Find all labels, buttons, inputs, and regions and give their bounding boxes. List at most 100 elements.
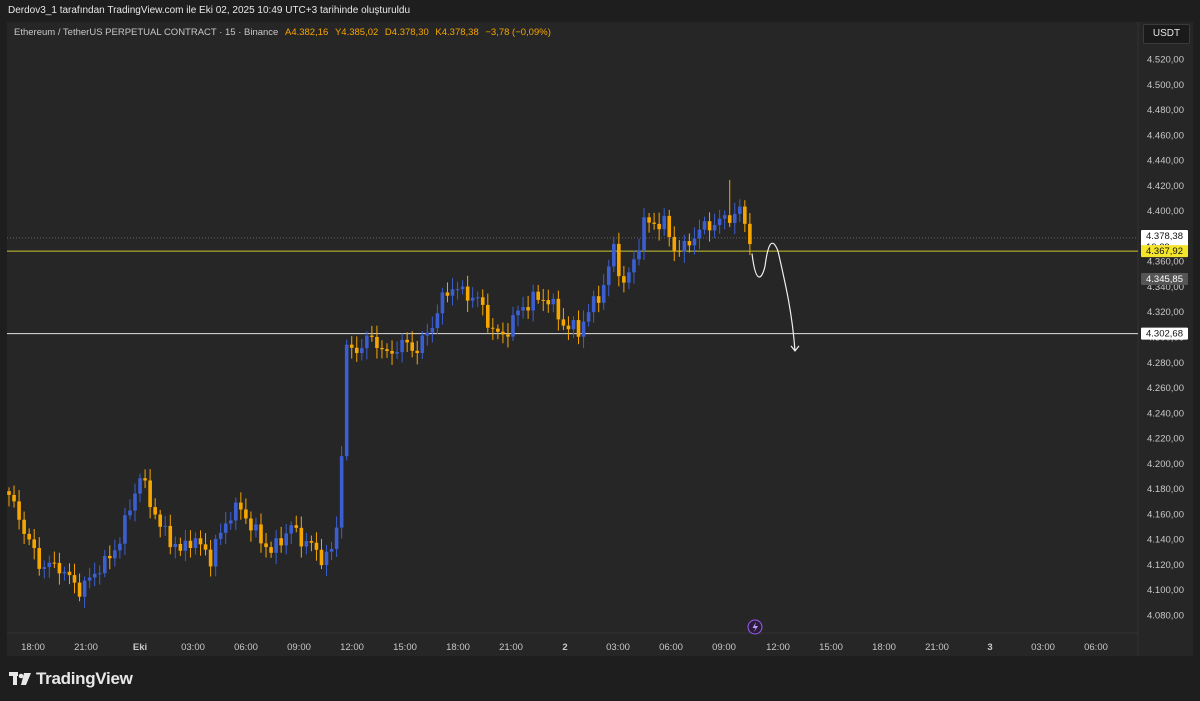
- x-tick-label: 06:00: [1084, 642, 1108, 653]
- y-tick-label: 4.100,00: [1147, 585, 1184, 596]
- candle-body: [37, 548, 42, 569]
- candle-body: [576, 320, 581, 337]
- candle-body: [113, 550, 117, 559]
- candle-body: [672, 236, 677, 251]
- candle-body: [228, 520, 233, 524]
- y-tick-label: 4.280,00: [1147, 358, 1184, 369]
- candle-body: [188, 540, 193, 549]
- candle-body: [596, 296, 601, 303]
- candle-body: [7, 491, 11, 495]
- candle-body: [541, 299, 546, 301]
- candle-body: [470, 297, 475, 301]
- x-tick-label: 12:00: [766, 642, 790, 653]
- symbol-legend: Ethereum / TetherUS PERPETUAL CONTRACT ·…: [14, 27, 551, 38]
- candle-body: [717, 218, 722, 226]
- candle-body: [511, 315, 515, 337]
- tradingview-logo-icon: [9, 672, 31, 685]
- y-tick-label: 4.240,00: [1147, 408, 1184, 419]
- candle-body: [42, 567, 47, 569]
- candle-body: [546, 300, 551, 305]
- candle-body: [440, 292, 445, 314]
- candle-body: [748, 223, 752, 245]
- candle-body: [480, 297, 485, 305]
- candle-body: [506, 334, 510, 337]
- ohlc-change: −3,78 (−0,09%): [485, 27, 551, 38]
- candle-body: [87, 577, 92, 581]
- candle-body: [445, 292, 450, 296]
- y-tick-label: 4.400,00: [1147, 206, 1184, 217]
- candle-body: [647, 217, 651, 223]
- candle-body: [586, 312, 591, 322]
- candle-body: [601, 284, 606, 303]
- candle-body: [82, 580, 87, 597]
- ohlc-high: Y4.385,02: [334, 27, 379, 38]
- candle-body: [435, 313, 440, 329]
- candle-body: [334, 527, 339, 549]
- y-tick-label: 4.360,00: [1147, 257, 1184, 268]
- candle-body: [551, 298, 556, 305]
- candle-body: [344, 344, 349, 457]
- candle-body: [314, 542, 319, 550]
- candle-body: [612, 243, 616, 267]
- x-tick-label: 09:00: [287, 642, 311, 653]
- candle-body: [319, 549, 324, 566]
- candle-body: [97, 573, 102, 575]
- price-label-text: 4.345,85: [1146, 274, 1183, 285]
- y-tick-label: 4.200,00: [1147, 459, 1184, 470]
- candle-body: [304, 541, 309, 547]
- ohlc-low: D4.378,30: [384, 27, 429, 38]
- candle-body: [138, 478, 142, 494]
- ohlc-open: A4.382,16: [284, 27, 329, 38]
- candle-body: [727, 215, 732, 223]
- candle-body: [561, 319, 566, 326]
- candle-body: [198, 538, 203, 545]
- candle-body: [410, 342, 414, 351]
- candle-body: [460, 286, 465, 290]
- candle-body: [722, 215, 727, 219]
- candle-body: [632, 259, 636, 273]
- candle-body: [682, 241, 687, 252]
- candle-body: [707, 221, 712, 231]
- y-tick-label: 4.500,00: [1147, 80, 1184, 91]
- brand-name: TradingView: [36, 669, 133, 688]
- x-tick-label: Eki: [133, 642, 147, 653]
- candle-body: [642, 217, 646, 251]
- x-tick-label: 03:00: [181, 642, 205, 653]
- candle-body: [475, 297, 480, 299]
- candle-body: [526, 307, 530, 311]
- candle-body: [617, 243, 621, 277]
- candle-body: [395, 352, 399, 354]
- candle-body: [309, 541, 314, 543]
- symbol-name: Ethereum / TetherUS PERPETUAL CONTRACT ·…: [14, 27, 279, 38]
- currency-button[interactable]: USDT: [1143, 24, 1190, 44]
- candle-body: [123, 515, 127, 544]
- candle-body: [652, 222, 656, 224]
- candle-body: [536, 291, 540, 300]
- candle-body: [702, 221, 707, 230]
- y-tick-label: 4.320,00: [1147, 307, 1184, 318]
- x-tick-label: 3: [987, 642, 992, 653]
- candle-body: [274, 538, 278, 553]
- tradingview-logo[interactable]: TradingView: [9, 669, 133, 689]
- candle-body: [133, 493, 137, 511]
- x-tick-label: 15:00: [393, 642, 417, 653]
- candle-body: [168, 525, 173, 548]
- price-label-text: 4.302,68: [1146, 329, 1183, 340]
- candle-body: [183, 540, 188, 551]
- candle-body: [385, 349, 389, 351]
- footer-bar: [0, 656, 1200, 701]
- candle-body: [108, 555, 112, 559]
- candle-body: [349, 344, 354, 348]
- candle-body: [289, 525, 294, 534]
- candle-body: [259, 524, 263, 544]
- candle-body: [581, 321, 586, 337]
- candle-body: [521, 307, 525, 311]
- price-label-text: 4.367,92: [1146, 246, 1183, 257]
- y-tick-label: 4.220,00: [1147, 434, 1184, 445]
- candle-body: [148, 480, 152, 508]
- candle-body: [62, 571, 67, 574]
- candle-body: [455, 289, 460, 291]
- price-chart[interactable]: 4.520,00 4.500,00 4.480,00 4.460,00 4.440,00…: [0, 0, 1200, 701]
- candle-body: [712, 225, 717, 231]
- candle-body: [178, 543, 183, 551]
